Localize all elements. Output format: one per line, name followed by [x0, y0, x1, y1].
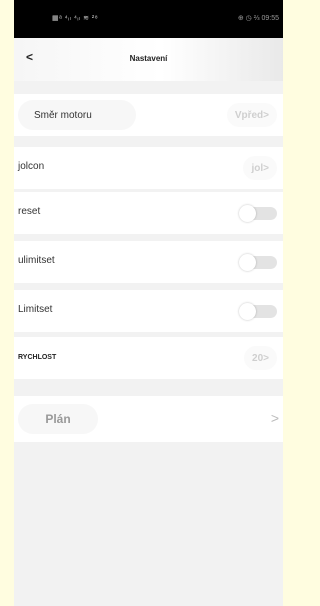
motor-direction-label: Směr motoru — [18, 100, 136, 130]
speed-label: RYCHLOST — [18, 354, 57, 361]
limitset-toggle[interactable] — [239, 303, 277, 320]
reset-toggle[interactable] — [239, 205, 277, 222]
setting-row-limitset: Limitset — [14, 290, 283, 332]
status-bar: ▦ᵃ ⁴ᵢₗ ⁴ᵢₗ ≋ ²⁸ ⊕ ◷ ⅔ 09:55 — [14, 0, 283, 38]
limitset-label: Limitset — [18, 304, 53, 315]
plan-label: Plán — [18, 404, 98, 434]
jolcon-value[interactable]: jol> — [243, 156, 277, 180]
app-screen: ▦ᵃ ⁴ᵢₗ ⁴ᵢₗ ≋ ²⁸ ⊕ ◷ ⅔ 09:55 < Nastavení … — [14, 0, 283, 606]
speed-value[interactable]: 20> — [244, 346, 277, 370]
setting-row-reset: reset — [14, 192, 283, 234]
jolcon-label: jolcon — [18, 161, 45, 172]
header-bar: < Nastavení — [14, 38, 283, 81]
toggle-knob — [239, 205, 256, 222]
toggle-knob — [239, 303, 256, 320]
motor-direction-value[interactable]: Vpřed> — [226, 103, 277, 127]
ulimitset-label: ulimitset — [18, 255, 55, 266]
ulimitset-toggle[interactable] — [239, 254, 277, 271]
chevron-right-icon: > — [270, 410, 279, 426]
plan-row[interactable]: Plán > — [14, 396, 283, 442]
setting-row-motor-direction[interactable]: Směr motoru Vpřed> — [14, 94, 283, 136]
status-icons: ▦ᵃ ⁴ᵢₗ ⁴ᵢₗ ≋ ²⁸ — [52, 15, 99, 22]
setting-row-jolcon[interactable]: jolcon jol> — [14, 147, 283, 189]
toggle-knob — [239, 254, 256, 271]
setting-row-ulimitset: ulimitset — [14, 241, 283, 283]
reset-label: reset — [18, 206, 41, 217]
setting-row-speed[interactable]: RYCHLOST 20> — [14, 337, 283, 379]
page-title: Nastavení — [129, 54, 168, 63]
status-clock: ⊕ ◷ ⅔ 09:55 — [237, 15, 279, 22]
